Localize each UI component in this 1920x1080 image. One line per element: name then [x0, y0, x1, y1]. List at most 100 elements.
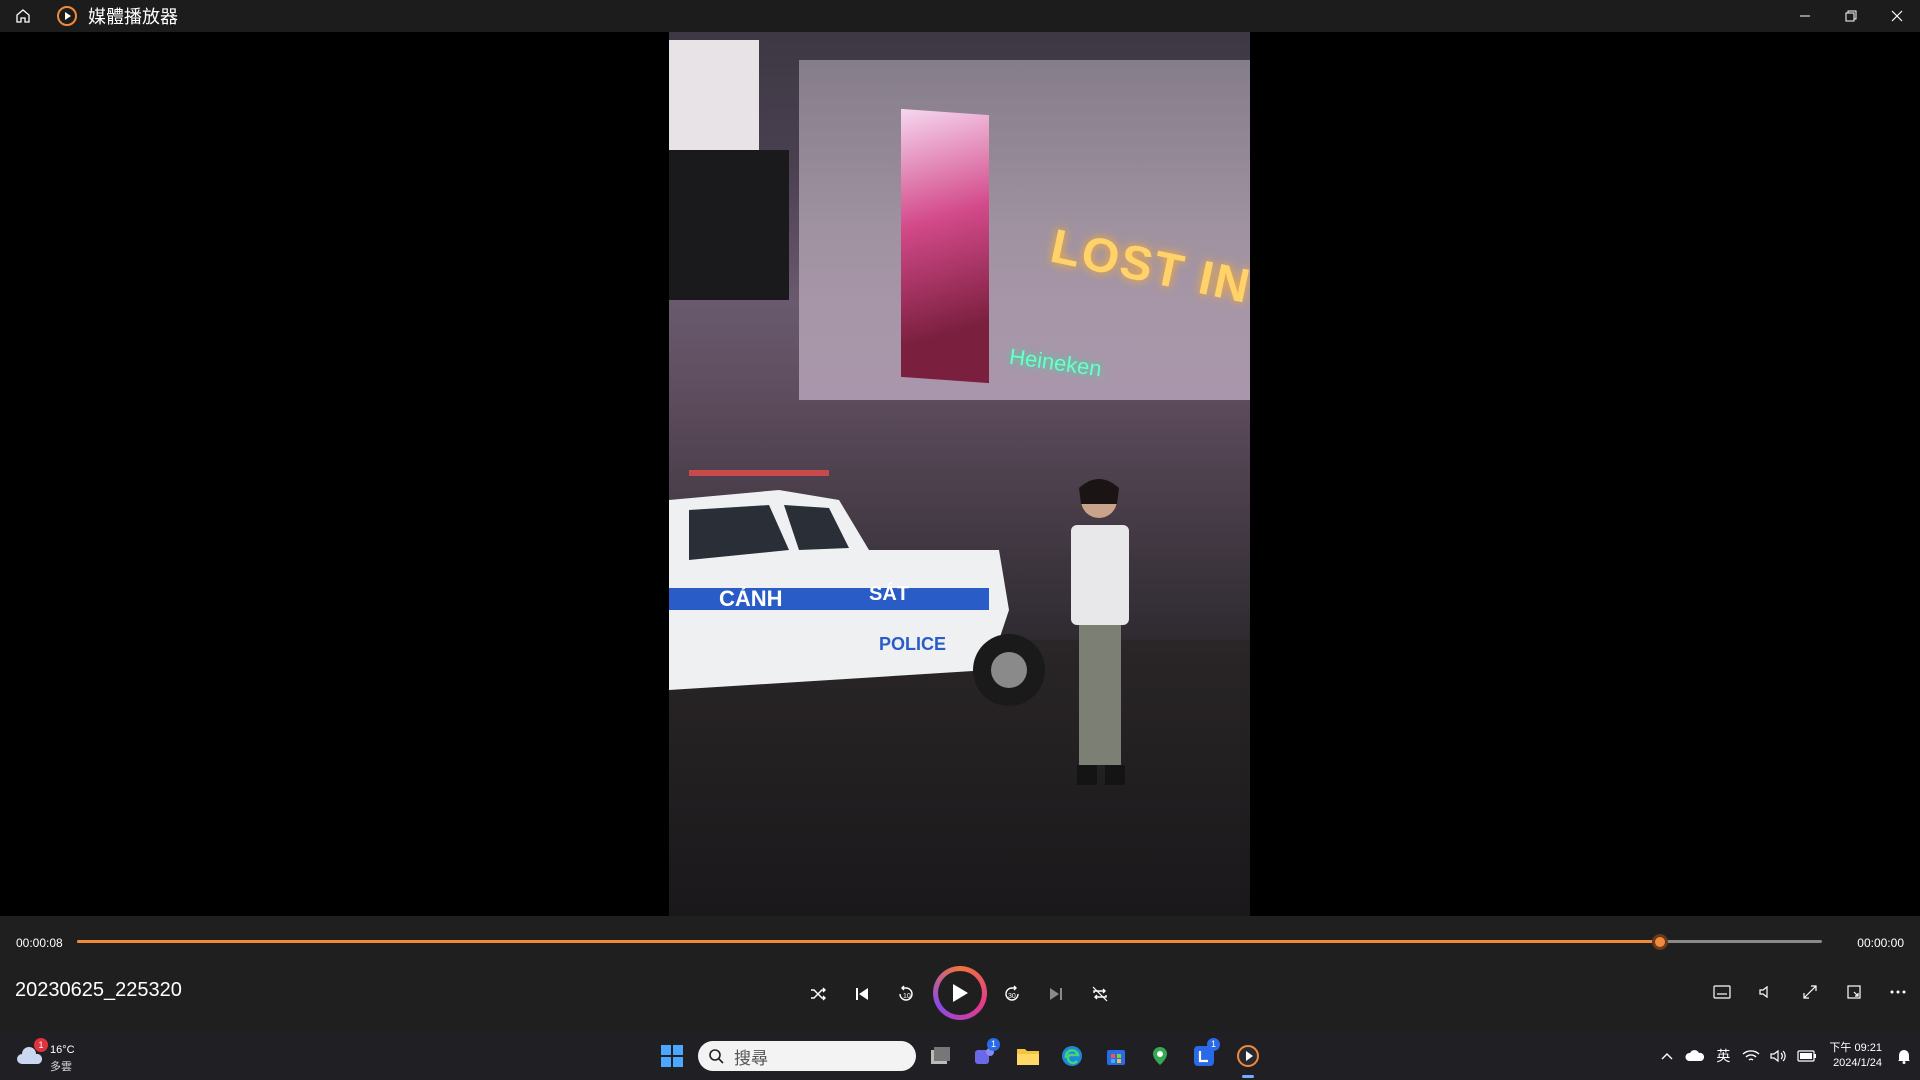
home-button[interactable]: [0, 0, 46, 32]
speaker-icon: [1770, 1049, 1787, 1063]
weather-desc: 多雲: [50, 1061, 72, 1073]
more-button[interactable]: [1876, 974, 1920, 1010]
total-time: 00:00:00: [1857, 936, 1904, 950]
restore-button[interactable]: [1828, 0, 1874, 32]
restore-icon: [1845, 10, 1857, 22]
maps-icon: [1153, 1047, 1167, 1065]
forward-30-icon: 30: [1005, 985, 1019, 1001]
svg-text:30: 30: [1008, 993, 1016, 1000]
rewind-10-icon: 10: [899, 985, 913, 1001]
edge-button[interactable]: [1052, 1038, 1092, 1074]
taskbar-search[interactable]: 搜尋: [698, 1041, 916, 1071]
notifications-button[interactable]: [1892, 1032, 1916, 1080]
seek-bar[interactable]: [77, 932, 1822, 952]
volume-icon: [1759, 985, 1768, 999]
subtitles-button[interactable]: [1700, 974, 1744, 1010]
line-button[interactable]: 1: [1184, 1038, 1224, 1074]
hotel-sign: [669, 40, 759, 160]
secondary-controls: [1700, 974, 1920, 1010]
fullscreen-icon: [1803, 985, 1817, 999]
seek-thumb[interactable]: [1651, 934, 1668, 950]
store-icon: [1107, 1050, 1125, 1065]
wifi-button[interactable]: [1739, 1032, 1763, 1080]
home-icon: [16, 9, 30, 23]
person: [1071, 479, 1129, 785]
store-button[interactable]: [1096, 1038, 1136, 1074]
onedrive-icon: [1685, 1050, 1705, 1061]
media-player-icon: [1237, 1045, 1259, 1067]
next-icon: [1050, 988, 1062, 1000]
speaker-button[interactable]: [1767, 1032, 1791, 1080]
miniplayer-button[interactable]: [1832, 974, 1876, 1010]
car-text-canh: CẢNH: [719, 586, 783, 611]
line-badge: 1: [1207, 1038, 1220, 1051]
forward-30-button[interactable]: 30: [994, 976, 1030, 1012]
transport-controls: 10 30: [800, 966, 1120, 1022]
clock-time: 下午 09:21: [1829, 1042, 1882, 1054]
search-icon: [709, 1049, 724, 1064]
clock-date: 2024/1/24: [1833, 1057, 1882, 1069]
onedrive-button[interactable]: [1683, 1032, 1707, 1080]
window-title: 媒體播放器: [88, 7, 178, 27]
fullscreen-button[interactable]: [1788, 974, 1832, 1010]
edge-icon: [1062, 1046, 1082, 1066]
rewind-10-button[interactable]: 10: [888, 976, 924, 1012]
minimize-button[interactable]: [1782, 0, 1828, 32]
ime-indicator[interactable]: 英: [1711, 1032, 1735, 1080]
weather-badge: 1: [34, 1038, 48, 1052]
windows-icon: [661, 1045, 683, 1067]
repeat-icon: [1092, 986, 1108, 1002]
player-controls: 00:00:08 00:00:00 20230625_225320 10 30: [0, 916, 1920, 1032]
more-icon: [1890, 990, 1906, 994]
previous-icon: [856, 988, 868, 1000]
current-time: 00:00:08: [16, 936, 63, 950]
chevron-up-icon: [1661, 1053, 1673, 1060]
led-billboard: [901, 108, 989, 384]
task-view-icon: [931, 1047, 950, 1064]
teams-badge: 1: [987, 1038, 1000, 1051]
close-icon: [1891, 10, 1903, 22]
previous-button[interactable]: [844, 976, 880, 1012]
media-title: 20230625_225320: [15, 979, 182, 1001]
media-player-window: 媒體播放器 LOST IN SAIGON Heineken CẢ: [0, 0, 1920, 1080]
weather-widget[interactable]: 1 16°C 多雲: [16, 1038, 86, 1074]
search-placeholder: 搜尋: [734, 1048, 768, 1068]
task-view-button[interactable]: [920, 1038, 960, 1074]
media-player-icon: [56, 5, 78, 27]
file-explorer-button[interactable]: [1008, 1038, 1048, 1074]
seek-progress: [77, 940, 1660, 943]
repeat-button[interactable]: [1082, 976, 1118, 1012]
media-player-taskbar-button[interactable]: [1228, 1038, 1268, 1078]
bell-icon: [1898, 1050, 1910, 1064]
clock[interactable]: 下午 09:21 2024/1/24: [1829, 1041, 1882, 1071]
file-explorer-icon: [1017, 1049, 1039, 1065]
car-text-police: POLICE: [879, 634, 946, 654]
title-bar: 媒體播放器: [0, 0, 1920, 32]
police-truck: CẢNH SÁT POLICE: [669, 470, 1045, 706]
maps-button[interactable]: [1140, 1038, 1180, 1074]
taskbar-apps: 搜尋 1 1: [652, 1038, 1268, 1078]
video-frame[interactable]: LOST IN SAIGON Heineken CẢNH SÁT POLICE: [669, 0, 1250, 916]
system-tray: 英 下午 09:21 2024/1/24: [1655, 1032, 1920, 1080]
tray-overflow-button[interactable]: [1655, 1032, 1679, 1080]
teams-button[interactable]: 1: [964, 1038, 1004, 1074]
next-button[interactable]: [1038, 976, 1074, 1012]
start-button[interactable]: [652, 1038, 692, 1074]
shuffle-icon: [811, 987, 826, 1001]
taskbar: 1 16°C 多雲 搜尋 1 1 英 下午 09:21 2024/1/24: [0, 1032, 1920, 1080]
play-button-inner: [938, 971, 982, 1015]
minimize-icon: [1800, 15, 1810, 17]
close-button[interactable]: [1874, 0, 1920, 32]
car-text-sat: SÁT: [869, 582, 909, 605]
weather-temp: 16°C: [50, 1044, 75, 1056]
shuffle-button[interactable]: [800, 976, 836, 1012]
battery-icon: [1797, 1050, 1817, 1062]
battery-button[interactable]: [1795, 1032, 1819, 1080]
hotel-entrance: [669, 150, 789, 300]
svg-text:10: 10: [903, 993, 911, 1000]
miniplayer-icon: [1847, 985, 1861, 999]
play-button[interactable]: [933, 966, 987, 1020]
volume-button[interactable]: [1744, 974, 1788, 1010]
subtitles-icon: [1713, 985, 1731, 999]
wifi-icon: [1742, 1050, 1760, 1061]
